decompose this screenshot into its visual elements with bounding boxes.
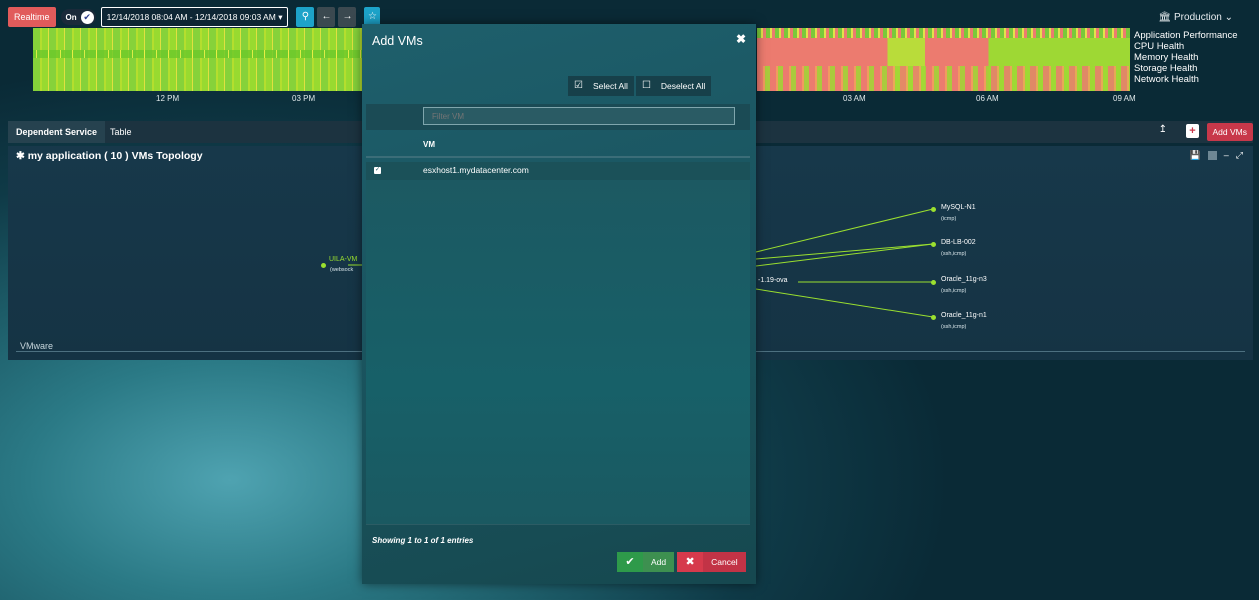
node-sub: (ssh,icmp) xyxy=(941,251,967,257)
select-all-button[interactable]: ☑ Select All xyxy=(568,76,634,96)
arrow-right-icon[interactable]: → xyxy=(338,7,357,27)
node-dot[interactable] xyxy=(931,207,936,212)
node-sub: (ssh,icmp) xyxy=(941,288,967,294)
deselect-all-button[interactable]: ☐ Deselect All xyxy=(635,76,712,96)
legend-item: Storage Health xyxy=(1134,63,1198,74)
node-sub: (icmp) xyxy=(941,216,957,222)
node-label: MySQL-N1 xyxy=(941,204,976,211)
node-sub: (ssh,icmp) xyxy=(941,324,967,330)
table-header: VM xyxy=(366,134,750,158)
legend-item: Application Performance xyxy=(1134,30,1238,41)
top-toolbar: Realtime On ✔ 12/14/2018 08:04 AM - 12/1… xyxy=(8,6,381,28)
checkbox-empty-icon: ☐ xyxy=(641,80,651,91)
tab-table[interactable]: Table xyxy=(102,121,140,143)
legend-item: CPU Health xyxy=(1134,41,1185,52)
check-icon: ✔ xyxy=(617,552,643,572)
node-dot[interactable] xyxy=(931,242,936,247)
node-dot[interactable] xyxy=(931,280,936,285)
filter-row xyxy=(366,104,750,130)
add-button[interactable]: ✔ Add xyxy=(617,552,675,572)
close-icon[interactable]: ✖ xyxy=(736,32,746,46)
modal-title: Add VMs xyxy=(372,34,423,48)
cancel-button[interactable]: ✖ Cancel xyxy=(677,552,746,572)
check-icon: ✔ xyxy=(80,10,94,24)
node-label: DB-LB-002 xyxy=(941,239,976,246)
health-heatmap-left[interactable] xyxy=(33,28,363,91)
edge-line xyxy=(755,288,934,318)
legend-item: Memory Health xyxy=(1134,52,1199,63)
bank-icon: 🏛 xyxy=(1158,12,1172,23)
add-vms-button[interactable]: Add VMs xyxy=(1206,123,1253,141)
add-label: Add xyxy=(643,552,675,572)
modal-actions: ✔ Add ✖ Cancel xyxy=(617,552,746,572)
date-range-picker[interactable]: 12/14/2018 08:04 AM - 12/14/2018 09:03 A… xyxy=(100,7,289,27)
edge-line xyxy=(755,243,934,267)
checkbox-checked-icon: ☑ xyxy=(574,80,583,91)
column-header-vm[interactable]: VM xyxy=(423,140,435,149)
health-legend: Application Performance CPU Health Memor… xyxy=(1134,30,1238,85)
node-dot[interactable] xyxy=(931,315,936,320)
environment-selector[interactable]: 🏛 Production ⌄ xyxy=(1159,12,1233,23)
time-label: 06 AM xyxy=(976,94,999,103)
time-label: 03 PM xyxy=(292,94,316,103)
date-range-text: 12/14/2018 08:04 AM - 12/14/2018 09:03 A… xyxy=(106,12,276,22)
node-dot[interactable] xyxy=(321,263,326,268)
environment-label: Production xyxy=(1174,12,1222,23)
close-icon: ✖ xyxy=(677,552,704,572)
legend-item: Network Health xyxy=(1134,74,1199,85)
footer-divider xyxy=(366,524,750,525)
select-all-label: Select All xyxy=(592,81,628,91)
cancel-label: Cancel xyxy=(703,552,746,572)
row-checkbox[interactable]: ✓ xyxy=(374,167,381,174)
vm-name: esxhost1.mydatacenter.com xyxy=(423,165,529,175)
realtime-button[interactable]: Realtime xyxy=(8,7,56,27)
chevron-down-icon: ▾ xyxy=(278,12,283,22)
tab-dependent-service[interactable]: Dependent Service xyxy=(8,121,106,143)
chevron-down-icon: ⌄ xyxy=(1224,12,1233,23)
entries-info: Showing 1 to 1 of 1 entries xyxy=(372,536,474,545)
table-body xyxy=(366,180,750,524)
export-icon[interactable]: ↥ xyxy=(1159,124,1167,135)
selection-bar: ☑ Select All ☐ Deselect All xyxy=(566,76,712,96)
time-label: 03 AM xyxy=(843,94,866,103)
edge-line xyxy=(755,208,934,253)
realtime-toggle[interactable]: On ✔ xyxy=(60,9,96,25)
group-label-vmware: VMware xyxy=(20,341,54,351)
plus-icon[interactable]: + xyxy=(1186,124,1199,138)
node-label: -1.19-ova xyxy=(758,277,788,284)
health-heatmap-right[interactable] xyxy=(757,28,1130,91)
time-label: 12 PM xyxy=(156,94,180,103)
node-label: Oracle_11g-n3 xyxy=(941,276,987,283)
node-sub: (websock xyxy=(330,267,354,273)
filter-vm-input[interactable] xyxy=(423,107,735,125)
table-row[interactable]: ✓ esxhost1.mydatacenter.com xyxy=(366,162,750,180)
arrow-left-icon[interactable]: ← xyxy=(317,7,336,27)
zoom-icon[interactable]: ⚲ xyxy=(296,7,315,27)
time-label: 09 AM xyxy=(1113,94,1136,103)
node-label: UILA-VM xyxy=(329,256,358,263)
deselect-all-label: Deselect All xyxy=(660,81,706,91)
toggle-label: On xyxy=(65,12,77,22)
add-vms-modal: Add VMs ✖ ☑ Select All ☐ Deselect All VM… xyxy=(362,24,756,584)
edge-line xyxy=(755,243,934,260)
node-label: Oracle_11g-n1 xyxy=(941,312,987,319)
